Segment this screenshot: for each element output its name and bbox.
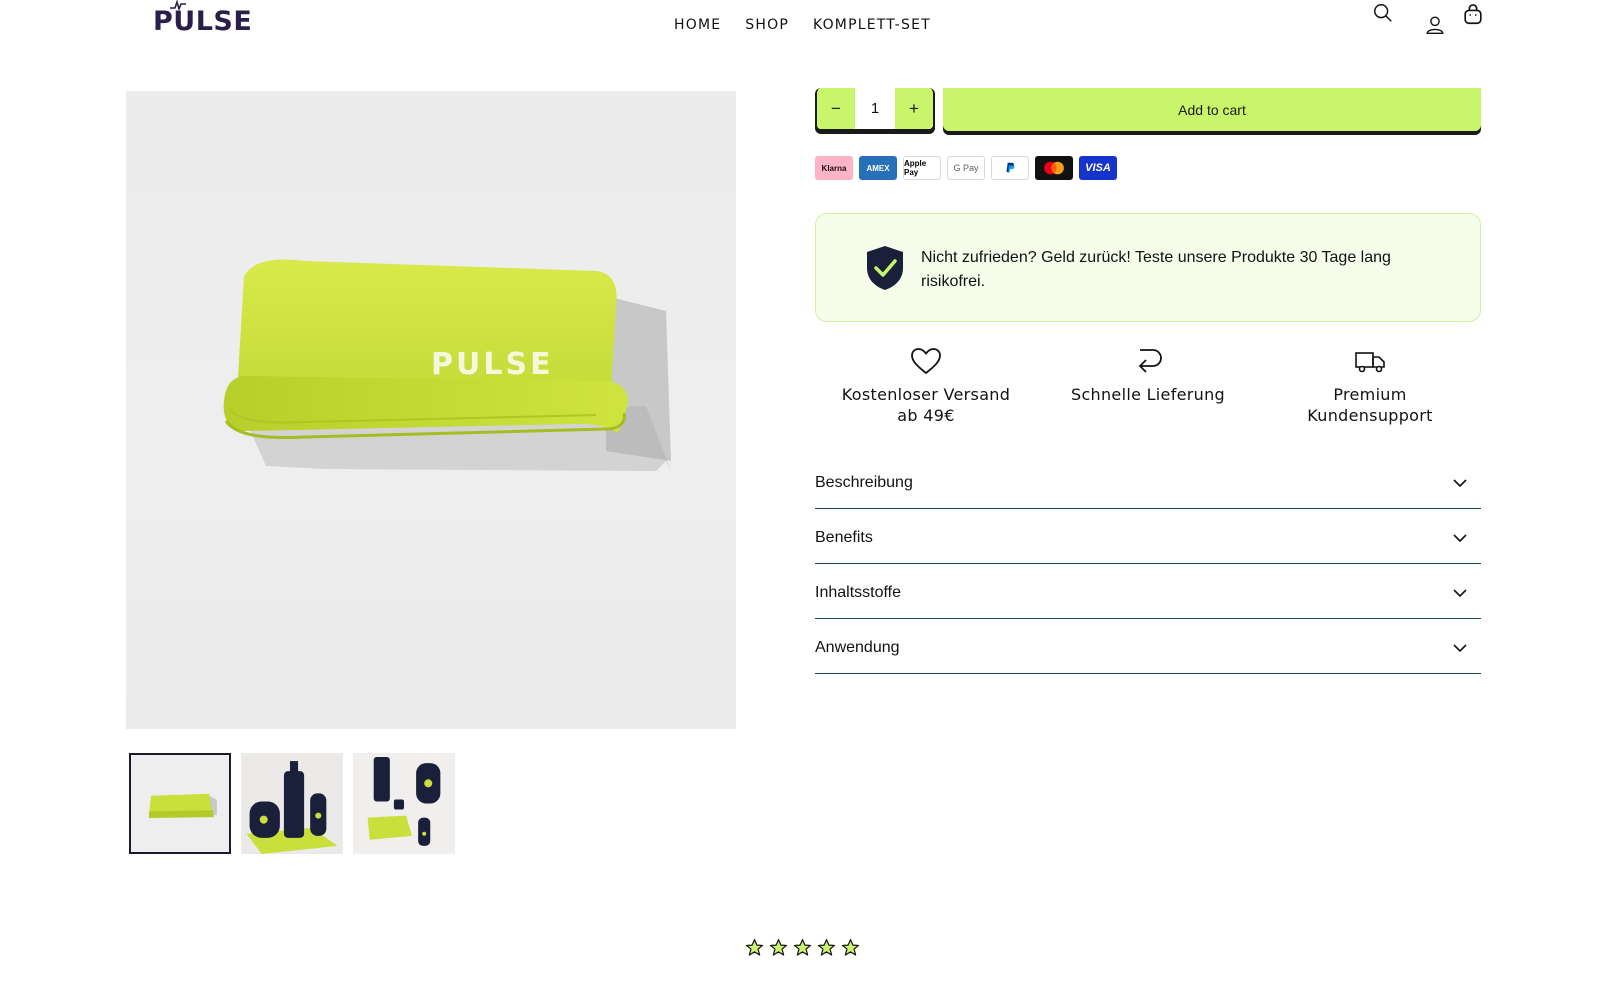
- google-pay-icon: G Pay: [947, 156, 985, 180]
- cart-icon[interactable]: [1460, 2, 1486, 28]
- feature-label: Premium Kundensupport: [1307, 385, 1433, 425]
- accordion-anwendung[interactable]: Anwendung: [815, 619, 1481, 674]
- star-icon: [769, 938, 788, 956]
- feature-label: Schnelle Lieferung: [1071, 385, 1225, 404]
- mastercard-icon: [1035, 156, 1073, 180]
- thumbnail-band[interactable]: [129, 753, 231, 854]
- feature-label: Kostenloser Versand ab 49€: [841, 385, 1011, 425]
- klarna-icon: Klarna: [815, 156, 853, 180]
- chevron-down-icon: [1453, 534, 1467, 543]
- money-back-guarantee: Nicht zufrieden? Geld zurück! Teste unse…: [815, 213, 1481, 322]
- add-to-cart-button[interactable]: Add to cart: [943, 88, 1481, 131]
- accordion-label: Benefits: [815, 529, 873, 546]
- thumbnail-full-set[interactable]: [353, 753, 455, 854]
- accordion-label: Anwendung: [815, 639, 900, 656]
- accordion-benefits[interactable]: Benefits: [815, 509, 1481, 564]
- accordion-label: Beschreibung: [815, 474, 913, 491]
- logo[interactable]: PULSE: [153, 0, 253, 37]
- star-icon: [745, 938, 764, 956]
- nav-home[interactable]: HOME: [674, 17, 721, 33]
- return-arrow-icon: [1138, 349, 1162, 373]
- band-brand-text: PULSE: [431, 347, 554, 382]
- chevron-down-icon: [1453, 589, 1467, 598]
- resistance-band-image: PULSE: [223, 259, 671, 471]
- quantity-decrease-button[interactable]: −: [817, 88, 855, 129]
- pulse-wave-icon: [170, 0, 186, 10]
- account-icon[interactable]: [1422, 12, 1448, 38]
- paypal-icon: [991, 156, 1029, 180]
- guarantee-text: Nicht zufrieden? Geld zurück! Teste unse…: [921, 249, 1391, 290]
- rating-stars: [745, 938, 860, 957]
- heart-icon: [911, 348, 941, 375]
- search-icon[interactable]: [1370, 0, 1396, 26]
- amex-icon: AMEX: [859, 156, 897, 180]
- feature-premium-support: Premium Kundensupport: [1259, 346, 1481, 426]
- feature-fast-delivery: Schnelle Lieferung: [1037, 346, 1259, 426]
- quantity-stepper: − 1 +: [815, 88, 935, 131]
- logo-text: PULSE: [153, 6, 253, 37]
- nav-komplett-set[interactable]: KOMPLETT-SET: [813, 17, 931, 33]
- truck-icon: [1355, 352, 1385, 373]
- chevron-down-icon: [1453, 644, 1467, 653]
- shield-check-icon: [867, 246, 903, 290]
- accordion-beschreibung[interactable]: Beschreibung: [815, 454, 1481, 509]
- accordion-inhaltsstoffe[interactable]: Inhaltsstoffe: [815, 564, 1481, 619]
- quantity-increase-button[interactable]: +: [895, 88, 933, 129]
- nav-shop[interactable]: SHOP: [745, 17, 789, 33]
- accordion-label: Inhaltsstoffe: [815, 584, 901, 601]
- thumbnail-strip: [129, 753, 455, 854]
- thumbnail-bottle-set[interactable]: [241, 753, 343, 854]
- main-nav: HOME SHOP KOMPLETT-SET: [674, 17, 931, 33]
- product-main-image[interactable]: PULSE: [126, 91, 736, 729]
- visa-icon: VISA: [1079, 156, 1117, 180]
- payment-methods: Klarna AMEX Apple Pay G Pay VISA: [815, 156, 1117, 180]
- star-icon: [793, 938, 812, 956]
- quantity-value[interactable]: 1: [855, 88, 895, 129]
- star-icon: [817, 938, 836, 956]
- product-accordion: Beschreibung Benefits Inhaltsstoffe Anwe…: [815, 454, 1481, 674]
- site-header: PULSE HOME SHOP KOMPLETT-SET: [0, 0, 1600, 56]
- chevron-down-icon: [1453, 479, 1467, 488]
- apple-pay-icon: Apple Pay: [903, 156, 941, 180]
- star-icon: [841, 938, 860, 956]
- feature-free-shipping: Kostenloser Versand ab 49€: [815, 346, 1037, 426]
- feature-list: Kostenloser Versand ab 49€ Schnelle Lief…: [815, 346, 1481, 426]
